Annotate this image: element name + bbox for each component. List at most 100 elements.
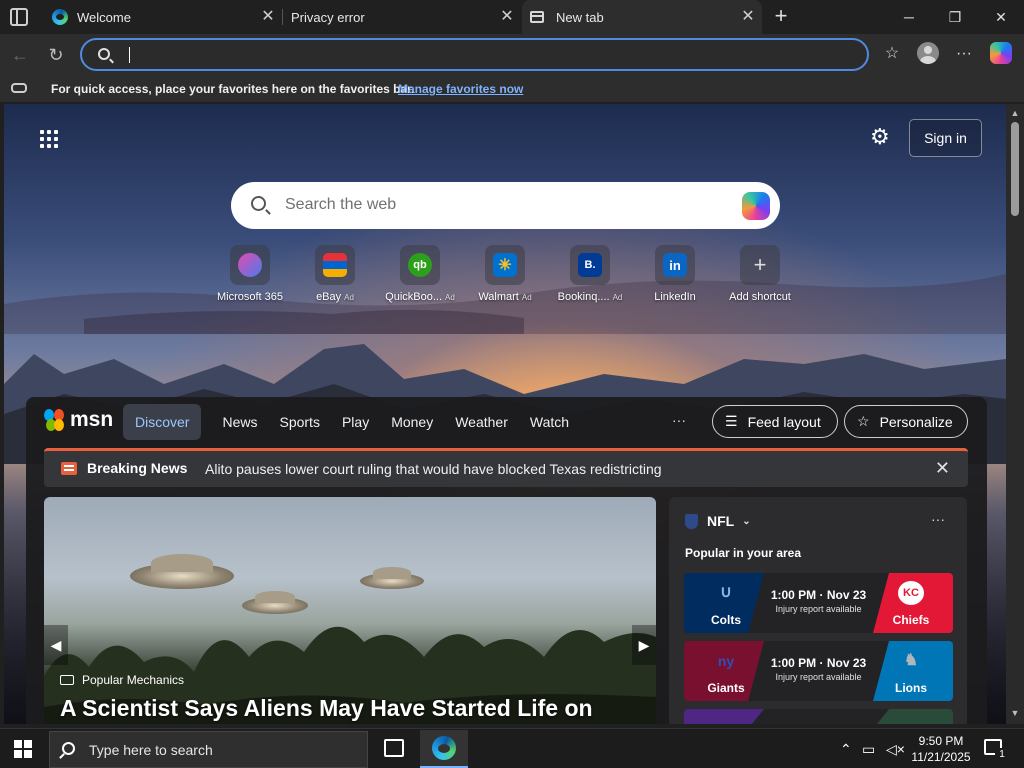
tab-close-icon[interactable]: ✕ <box>499 9 515 25</box>
ad-badge: Ad <box>612 293 623 302</box>
shortcut-label: LinkedIn <box>654 291 696 303</box>
tab-title: Welcome <box>77 9 131 25</box>
manage-favorites-link[interactable]: Manage favorites now <box>398 82 523 96</box>
favorites-icon[interactable]: ☆ <box>880 42 904 66</box>
sign-in-button[interactable]: Sign in <box>909 119 982 157</box>
chevron-down-icon: ⌄ <box>742 515 751 527</box>
shortcut-label: QuickBoo... <box>385 291 443 303</box>
breaking-news-banner[interactable]: Breaking News Alito pauses lower court r… <box>44 448 968 487</box>
clock[interactable]: 9:50 PM 11/21/2025 <box>906 733 976 765</box>
new-tab-button[interactable]: + <box>770 5 792 28</box>
shortcut-label: eBay <box>316 291 342 303</box>
personalize-button[interactable]: ☆ Personalize <box>844 405 968 438</box>
game-row[interactable]: ny ♞ Giants Lions 1:00 PM · Nov 23 Injur… <box>684 641 953 701</box>
address-bar[interactable] <box>80 38 869 71</box>
close-window-button[interactable]: ✕ <box>978 0 1024 34</box>
page-scrollbar[interactable]: ▲ ▼ <box>1006 104 1024 724</box>
tab-actions-icon[interactable] <box>10 8 28 26</box>
nfl-card: NFL ⌄ ··· Popular in your area ∪ KC Colt… <box>669 497 967 724</box>
previous-arrow-icon[interactable]: ◀ <box>44 625 68 665</box>
task-view-icon[interactable] <box>384 739 404 757</box>
tab-sports[interactable]: Sports <box>268 404 330 440</box>
web-search-box[interactable] <box>231 182 780 229</box>
taskbar-search[interactable] <box>49 731 368 768</box>
msn-feed: msn Discover News Sports Play Money Weat… <box>26 397 987 724</box>
game-row[interactable]: ∪ KC Colts Chiefs 1:00 PM · Nov 23 Injur… <box>684 573 953 633</box>
shortcut-walmart[interactable]: ✳ Walmart Ad <box>465 245 545 303</box>
new-tab-page-icon <box>530 11 544 23</box>
hero-article-card[interactable]: ◀ ▶ Popular Mechanics A Scientist Says A… <box>44 497 656 724</box>
apps-launcher-icon[interactable] <box>40 130 58 148</box>
scroll-down-icon[interactable]: ▼ <box>1010 708 1020 718</box>
search-icon <box>98 48 110 60</box>
tab-privacy-error[interactable]: Privacy error ✕ <box>283 0 521 34</box>
tab-close-icon[interactable]: ✕ <box>260 9 276 25</box>
publisher-icon <box>60 675 74 685</box>
shortcut-booking[interactable]: B. Bookinq.... Ad <box>550 245 630 303</box>
taskbar-edge-button[interactable] <box>420 730 468 768</box>
shortcut-linkedin[interactable]: in LinkedIn <box>635 245 715 303</box>
ad-badge: Ad <box>521 293 532 302</box>
shortcut-ebay[interactable]: eBay Ad <box>295 245 375 303</box>
shortcut-microsoft-365[interactable]: Microsoft 365 <box>210 245 290 303</box>
ufo-image <box>242 591 308 614</box>
sliders-icon: ☰ <box>725 413 738 429</box>
tab-watch[interactable]: Watch <box>519 404 580 440</box>
tab-weather[interactable]: Weather <box>444 404 519 440</box>
more-tabs-button[interactable]: ··· <box>672 412 686 428</box>
tab-money[interactable]: Money <box>380 404 444 440</box>
back-button[interactable]: ← <box>8 43 32 67</box>
web-search-input[interactable] <box>285 194 705 216</box>
scroll-up-icon[interactable]: ▲ <box>1010 108 1020 118</box>
restore-button[interactable]: ❐ <box>932 0 978 34</box>
breaking-news-headline[interactable]: Alito pauses lower court ruling that wou… <box>205 461 662 477</box>
clock-time: 9:50 PM <box>918 734 964 748</box>
tab-welcome[interactable]: Welcome ✕ <box>44 0 282 34</box>
article-source: Popular Mechanics <box>60 673 184 687</box>
settings-and-more-icon[interactable]: ··· <box>952 42 976 66</box>
chevron-up-icon[interactable]: ⌃ <box>840 741 852 758</box>
game-row[interactable] <box>684 709 953 724</box>
tab-new-tab[interactable]: New tab ✕ <box>522 0 762 34</box>
feed-nav: Discover News Sports Play Money Weather … <box>123 404 580 440</box>
team-name: Chiefs <box>892 613 930 627</box>
ufo-image <box>360 567 424 589</box>
volume-muted-icon[interactable]: ◁× <box>886 741 905 758</box>
article-headline[interactable]: A Scientist Says Aliens May Have Started… <box>60 695 593 722</box>
ad-badge: Ad <box>344 293 354 302</box>
next-arrow-icon[interactable]: ▶ <box>632 625 656 665</box>
shortcut-label: Walmart <box>478 291 519 303</box>
team-name: Lions <box>895 681 927 695</box>
windows-start-icon[interactable] <box>14 740 32 758</box>
tab-play[interactable]: Play <box>331 404 380 440</box>
news-icon <box>61 462 77 475</box>
profile-button[interactable] <box>917 42 941 66</box>
walmart-icon: ✳ <box>493 253 517 277</box>
microsoft-365-icon <box>238 253 262 277</box>
search-icon <box>251 196 266 211</box>
tab-close-icon[interactable]: ✕ <box>740 9 756 25</box>
scroll-thumb[interactable] <box>1011 122 1019 216</box>
nfl-header[interactable]: NFL ⌄ <box>685 513 751 529</box>
tab-news[interactable]: News <box>211 404 268 440</box>
breaking-news-title: Breaking News <box>87 460 188 476</box>
tab-discover[interactable]: Discover <box>123 404 202 440</box>
feed-layout-button[interactable]: ☰ Feed layout <box>712 405 838 438</box>
taskbar-search-input[interactable] <box>89 741 349 759</box>
refresh-button[interactable]: ↻ <box>44 43 68 67</box>
page-settings-icon[interactable]: ⚙ <box>870 126 892 148</box>
address-input[interactable] <box>128 44 848 66</box>
nfl-title: NFL <box>707 513 735 529</box>
edge-logo-icon <box>52 9 68 25</box>
more-options-icon[interactable]: ··· <box>931 511 945 527</box>
copilot-button[interactable] <box>990 42 1014 66</box>
copilot-icon[interactable] <box>742 192 770 220</box>
shortcut-add[interactable]: + Add shortcut <box>720 245 800 303</box>
shortcut-quickbooks[interactable]: qb QuickBoo... Ad <box>380 245 460 303</box>
minimize-button[interactable]: ─ <box>886 0 932 34</box>
close-icon[interactable]: ✕ <box>935 458 950 479</box>
msn-butterfly-icon <box>44 409 66 431</box>
msn-logo[interactable]: msn <box>44 407 113 433</box>
network-icon[interactable]: ▭ <box>862 741 875 758</box>
notification-count: 1 <box>995 748 1009 762</box>
